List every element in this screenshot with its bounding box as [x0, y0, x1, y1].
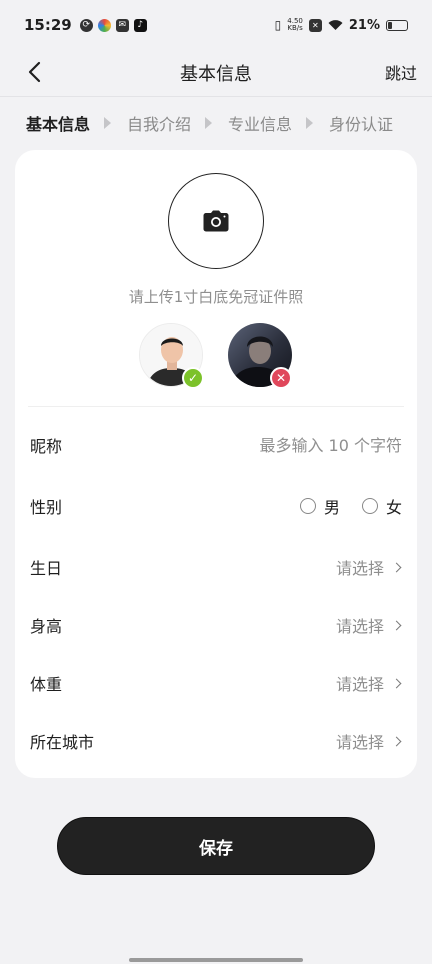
nickname-input-wrap [202, 435, 402, 455]
step-arrow-icon [205, 117, 213, 129]
battery-icon [386, 19, 408, 31]
colorful-app-icon [97, 18, 111, 32]
status-bar: 15:29 ⟳ ✉ ♪ ▯ 4.50 KB/s ✕ 21% [0, 0, 432, 50]
back-button[interactable] [18, 56, 50, 88]
gender-options: 男 女 [278, 494, 402, 518]
weight-label: 体重 [30, 675, 63, 694]
page-title: 基本信息 [180, 64, 252, 85]
chevron-left-icon [28, 61, 41, 83]
upload-hint: 请上传1寸白底免冠证件照 [128, 288, 304, 306]
nav-bar: 基本信息 跳过 [0, 50, 432, 96]
birthday-label: 生日 [30, 559, 63, 578]
birthday-selector[interactable]: 请选择 [336, 555, 402, 579]
form-row-height[interactable]: 身高 请选择 [15, 596, 417, 654]
save-button[interactable]: 保存 [57, 817, 375, 875]
cross-icon: ✕ [270, 367, 292, 389]
notification-icons: ⟳ ✉ ♪ [79, 18, 147, 32]
step-arrow-icon [306, 117, 314, 129]
battery-percent: 21% [348, 17, 380, 33]
step-arrow-icon [104, 117, 112, 129]
form-row-gender: 性别 男 女 [15, 477, 417, 535]
status-right: ▯ 4.50 KB/s ✕ 21% [275, 18, 408, 33]
gender-female-label: 女 [385, 498, 402, 517]
radio-circle-icon [361, 498, 378, 514]
step-professional-info[interactable]: 专业信息 [228, 111, 292, 135]
chevron-right-icon [391, 736, 402, 746]
form-row-birthday[interactable]: 生日 请选择 [15, 538, 417, 596]
step-self-intro[interactable]: 自我介绍 [127, 111, 191, 135]
nav-divider [0, 96, 432, 97]
form-row-city[interactable]: 所在城市 请选择 [15, 712, 417, 770]
sync-icon: ⟳ [79, 18, 93, 32]
gender-male-radio[interactable]: 男 [299, 494, 340, 518]
net-speed: 4.50 KB/s [287, 18, 303, 32]
nickname-input[interactable] [202, 435, 402, 455]
city-value: 请选择 [335, 733, 384, 752]
step-identity-verification[interactable]: 身份认证 [329, 111, 393, 135]
radio-circle-icon [299, 498, 316, 514]
gender-female-radio[interactable]: 女 [361, 494, 402, 518]
height-selector[interactable]: 请选择 [336, 613, 402, 637]
vibrate-icon: ▯ [274, 18, 282, 32]
form-row-nickname: 昵称 [15, 416, 417, 474]
basic-info-card: 请上传1寸白底免冠证件照 ✓ ✕ 昵称 最多输入 10 个字符 性别 男 女 生… [15, 150, 417, 778]
mail-icon: ✉ [115, 18, 129, 32]
photo-examples: ✓ ✕ [139, 323, 299, 393]
skip-button[interactable]: 跳过 [385, 60, 417, 84]
battery-level [388, 21, 392, 29]
home-indicator[interactable] [129, 958, 303, 962]
chevron-right-icon [391, 562, 402, 572]
wifi-icon [328, 20, 343, 30]
step-basic-info[interactable]: 基本信息 [26, 111, 90, 135]
nickname-label: 昵称 [30, 437, 63, 456]
card-divider [28, 406, 404, 407]
birthday-value: 请选择 [335, 559, 384, 578]
gender-male-label: 男 [323, 498, 340, 517]
status-time: 15:29 [24, 16, 72, 34]
weight-selector[interactable]: 请选择 [336, 671, 402, 695]
step-indicator: 基本信息 自我介绍 专业信息 身份认证 [26, 110, 412, 136]
gender-label: 性别 [30, 498, 63, 517]
city-label: 所在城市 [30, 733, 95, 752]
height-label: 身高 [30, 617, 63, 636]
check-icon: ✓ [182, 367, 204, 389]
height-value: 请选择 [335, 617, 384, 636]
form-row-weight[interactable]: 体重 请选择 [15, 654, 417, 712]
sim-off-icon: ✕ [308, 18, 322, 32]
chevron-right-icon [391, 620, 402, 630]
camera-icon [203, 210, 229, 232]
city-selector[interactable]: 请选择 [336, 729, 402, 753]
chevron-right-icon [391, 678, 402, 688]
tiktok-icon: ♪ [133, 18, 147, 32]
weight-value: 请选择 [335, 675, 384, 694]
net-speed-unit: KB/s [287, 24, 303, 32]
photo-upload-button[interactable] [168, 173, 264, 269]
